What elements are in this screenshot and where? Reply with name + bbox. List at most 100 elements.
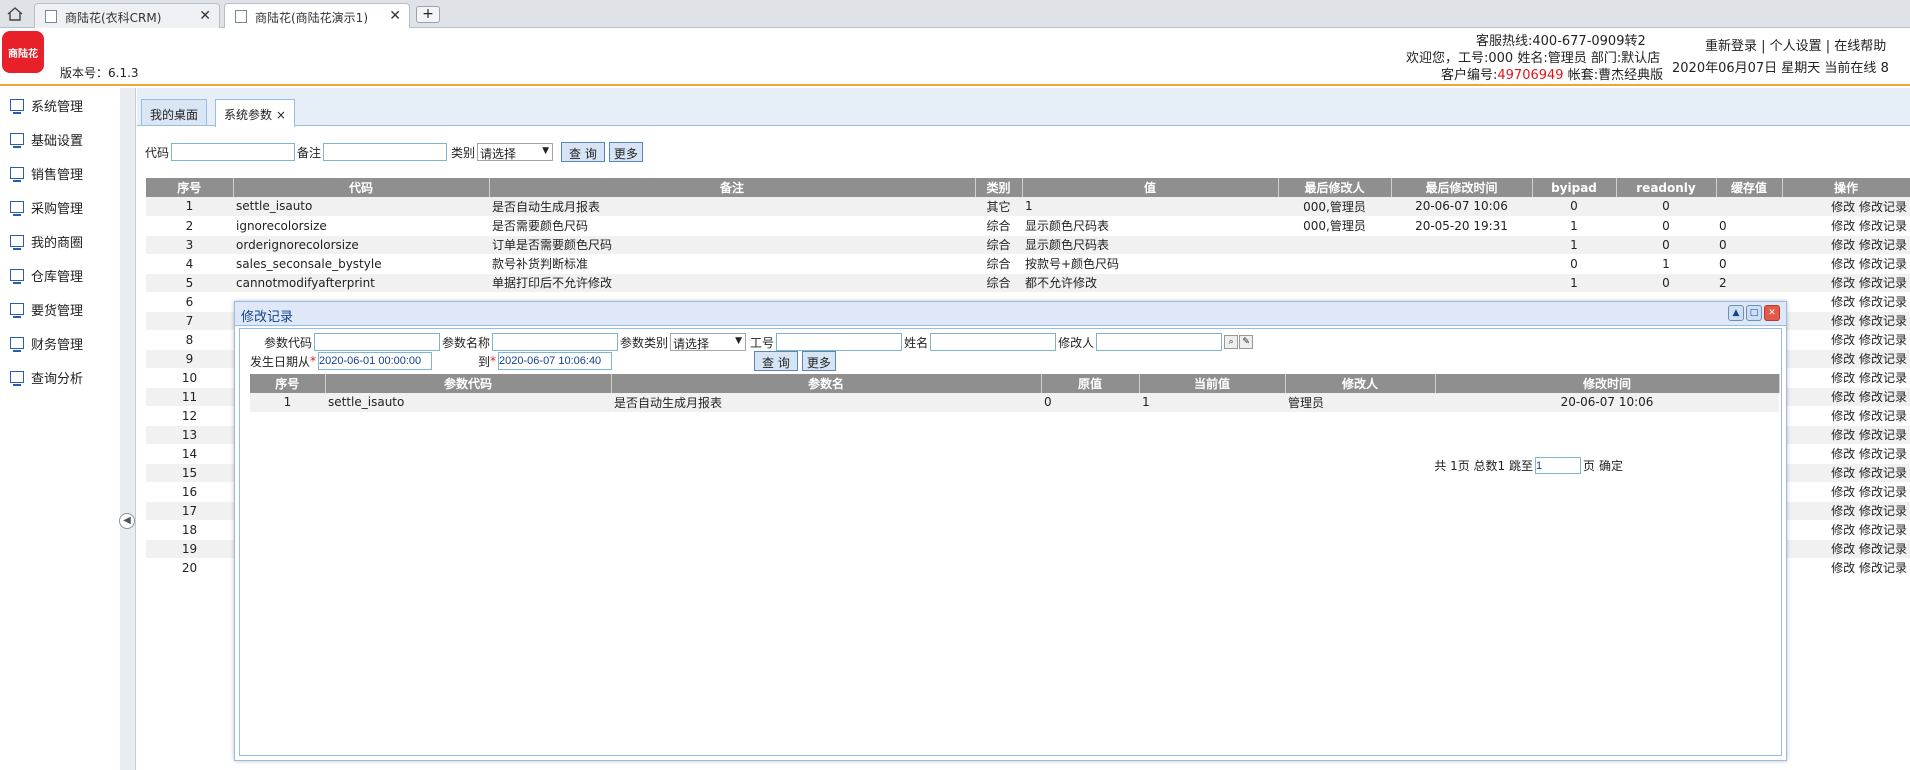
sidebar-splitter[interactable]	[120, 88, 136, 770]
col-header[interactable]: 值	[1022, 178, 1279, 197]
cell-readonly: 0	[1616, 235, 1716, 255]
sidebar-item-basic[interactable]: 基础设置	[0, 122, 120, 156]
col-header[interactable]: 缓存值	[1716, 178, 1783, 197]
modifier-input[interactable]	[1096, 333, 1223, 351]
col-header[interactable]: 操作	[1782, 178, 1910, 197]
cell-ops[interactable]: 修改 修改记录	[1782, 273, 1910, 293]
cell-ops[interactable]: 修改 修改记录	[1782, 292, 1910, 312]
log-col-header[interactable]: 修改人	[1285, 374, 1436, 393]
cell-byipad: 1	[1532, 273, 1616, 293]
col-header[interactable]: readonly	[1616, 178, 1717, 197]
code-input[interactable]	[171, 143, 296, 161]
cell-readonly: 1	[1616, 254, 1716, 274]
table-row[interactable]: 3 orderignorecolorsize 订单是否需要颜色尺码 综合 显示颜色尺码表…	[146, 235, 1910, 255]
col-header[interactable]: byipad	[1532, 178, 1617, 197]
log-col-header[interactable]: 参数代码	[325, 374, 612, 393]
sidebar-item-system[interactable]: 系统管理	[0, 88, 120, 122]
param-code-input[interactable]	[314, 333, 441, 351]
sidebar-item-query[interactable]: 查询分析	[0, 360, 120, 394]
date-to-input[interactable]	[498, 352, 613, 370]
cell-ops[interactable]: 修改 修改记录	[1782, 444, 1910, 464]
pager-confirm[interactable]: 确定	[1599, 457, 1623, 474]
cell-ops[interactable]: 修改 修改记录	[1782, 330, 1910, 350]
new-tab-button[interactable]: +	[416, 6, 440, 23]
browser-tab-crm[interactable]: 商陆花(衣科CRM) ✕	[34, 3, 220, 28]
customer-number: 49706949	[1497, 68, 1564, 83]
search-icon[interactable]: ⌕	[1224, 335, 1239, 349]
cell-no: 20	[146, 558, 233, 578]
log-row[interactable]: 1 settle_isauto 是否自动生成月报表 0 1 管理员 20-06-…	[250, 393, 1779, 413]
dialog-query-button[interactable]: 查 询	[754, 351, 798, 371]
log-col-header[interactable]: 修改时间	[1435, 374, 1780, 393]
tab-close-icon[interactable]: ×	[276, 108, 286, 122]
cell-ops[interactable]: 修改 修改记录	[1782, 197, 1910, 217]
table-row[interactable]: 5 cannotmodifyafterprint 单据打印后不允许修改 综合 都不允许修…	[146, 273, 1910, 293]
sidebar-item-finance[interactable]: 财务管理	[0, 326, 120, 360]
table-row[interactable]: 2 ignorecolorsize 是否需要颜色尺码 综合 显示颜色尺码表 000,管理员…	[146, 216, 1910, 236]
table-row[interactable]: 1 settle_isauto 是否自动生成月报表 其它 1 000,管理员 20-06-0…	[146, 197, 1910, 217]
col-header[interactable]: 最后修改人	[1278, 178, 1392, 197]
sidebar-item-requisition[interactable]: 要货管理	[0, 292, 120, 326]
header-links[interactable]: 重新登录 | 个人设置 | 在线帮助	[1705, 35, 1886, 54]
emp-no-input[interactable]	[776, 333, 903, 351]
cell-ops[interactable]: 修改 修改记录	[1782, 216, 1910, 236]
sidebar-item-purchase[interactable]: 采购管理	[0, 190, 120, 224]
tab-system-params[interactable]: 系统参数 ×	[215, 99, 295, 127]
log-col-header[interactable]: 参数名	[611, 374, 1042, 393]
tab-desktop[interactable]: 我的桌面	[141, 99, 208, 125]
log-col-header[interactable]: 序号	[250, 374, 326, 393]
dialog-header[interactable]: 修改记录 ▲ □ ✕	[235, 302, 1786, 326]
cell-ops[interactable]: 修改 修改记录	[1782, 349, 1910, 369]
close-icon[interactable]: ✕	[389, 8, 401, 24]
cell-cat: 综合	[975, 235, 1022, 255]
cell-ops[interactable]: 修改 修改记录	[1782, 558, 1910, 578]
param-cat-select[interactable]: 请选择	[670, 333, 747, 351]
log-col-header[interactable]: 当前值	[1139, 374, 1286, 393]
param-name-input[interactable]	[492, 333, 619, 351]
cell-ops[interactable]: 修改 修改记录	[1782, 463, 1910, 483]
date-from-input[interactable]	[318, 352, 433, 370]
close-icon[interactable]: ✕	[1764, 305, 1780, 321]
sidebar-item-warehouse[interactable]: 仓库管理	[0, 258, 120, 292]
cell-ops[interactable]: 修改 修改记录	[1782, 235, 1910, 255]
category-select[interactable]: 请选择	[477, 143, 554, 161]
home-icon[interactable]	[4, 4, 26, 24]
sidebar-item-circle[interactable]: 我的商圈	[0, 224, 120, 258]
cell-ops[interactable]: 修改 修改记录	[1782, 254, 1910, 274]
log-col-header[interactable]: 原值	[1041, 374, 1140, 393]
col-header[interactable]: 类别	[975, 178, 1023, 197]
cell-remark: 是否需要颜色尺码	[489, 216, 975, 236]
page-input[interactable]	[1534, 457, 1581, 474]
col-header[interactable]: 备注	[489, 178, 976, 197]
cell-modby: 000,管理员	[1278, 216, 1391, 236]
cell-ops[interactable]: 修改 修改记录	[1782, 368, 1910, 388]
cell-ops[interactable]: 修改 修改记录	[1782, 539, 1910, 559]
col-header[interactable]: 最后修改时间	[1391, 178, 1533, 197]
cell-ops[interactable]: 修改 修改记录	[1782, 482, 1910, 502]
name-input[interactable]	[930, 333, 1057, 351]
collapse-sidebar-icon[interactable]: ◀	[119, 513, 135, 529]
clear-icon[interactable]: ✎	[1239, 335, 1254, 349]
col-header[interactable]: 序号	[146, 178, 234, 197]
cell-no: 3	[146, 235, 233, 255]
sidebar-item-sales[interactable]: 销售管理	[0, 156, 120, 190]
more-button[interactable]: 更多	[608, 142, 643, 162]
cell-ops[interactable]: 修改 修改记录	[1782, 425, 1910, 445]
cell-ops[interactable]: 修改 修改记录	[1782, 520, 1910, 540]
cell-ops[interactable]: 修改 修改记录	[1782, 406, 1910, 426]
maximize-icon[interactable]: □	[1746, 305, 1762, 321]
cell-cat: 综合	[975, 254, 1022, 274]
query-button[interactable]: 查 询	[561, 142, 605, 162]
main-panel: 我的桌面 系统参数 × 代码 备注 类别 请选择 查 询 更多 序号 代码 备注…	[137, 88, 1910, 770]
cell-ops[interactable]: 修改 修改记录	[1782, 311, 1910, 331]
col-header[interactable]: 代码	[233, 178, 490, 197]
remark-input[interactable]	[323, 143, 448, 161]
dialog-more-button[interactable]: 更多	[801, 351, 836, 371]
browser-tab-demo[interactable]: 商陆花(商陆花演示1) ✕	[224, 3, 410, 28]
cell-ops[interactable]: 修改 修改记录	[1782, 501, 1910, 521]
cell-modtime	[1391, 235, 1532, 255]
table-row[interactable]: 4 sales_seconsale_bystyle 款号补货判断标准 综合 按款号+颜色…	[146, 254, 1910, 274]
cell-ops[interactable]: 修改 修改记录	[1782, 387, 1910, 407]
minimize-icon[interactable]: ▲	[1728, 305, 1744, 321]
close-icon[interactable]: ✕	[199, 8, 211, 24]
